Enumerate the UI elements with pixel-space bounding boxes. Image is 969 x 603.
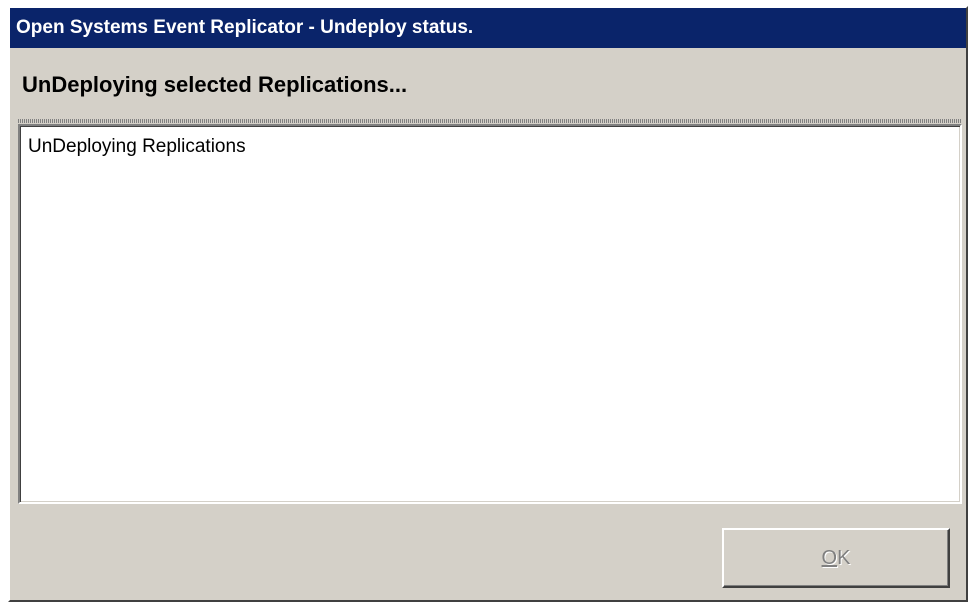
separator — [18, 119, 962, 123]
status-heading: UnDeploying selected Replications... — [22, 72, 408, 97]
ok-button-label: OK — [821, 547, 851, 569]
ok-button[interactable]: OK — [722, 528, 950, 588]
status-log-textbox[interactable]: UnDeploying Replications — [18, 124, 962, 504]
title-bar[interactable]: Open Systems Event Replicator - Undeploy… — [10, 8, 966, 48]
window-title: Open Systems Event Replicator - Undeploy… — [16, 17, 474, 38]
undeploy-status-dialog: Open Systems Event Replicator - Undeploy… — [8, 6, 968, 602]
log-line: UnDeploying Replications — [28, 136, 246, 157]
